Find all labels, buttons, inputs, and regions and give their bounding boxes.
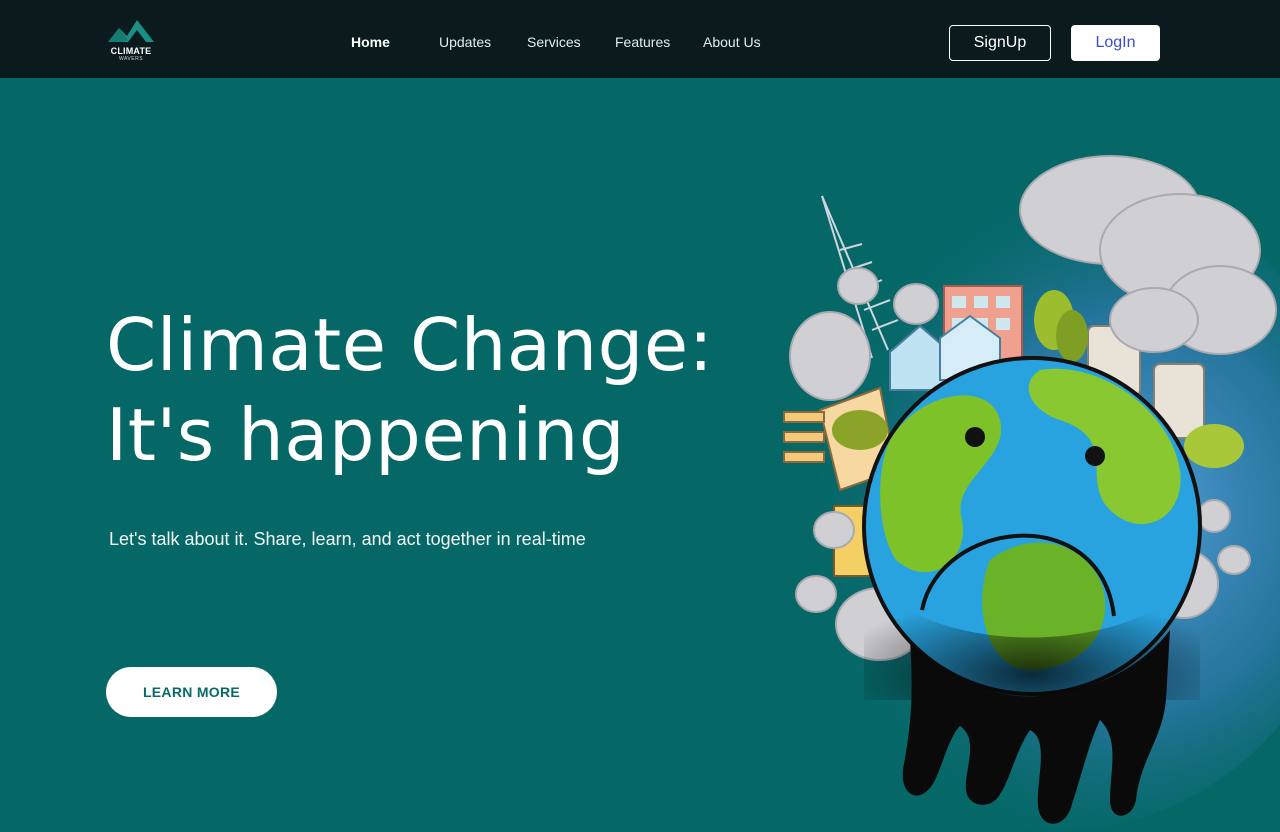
hero-title-line1: Climate Change: xyxy=(106,303,714,387)
brand-logo[interactable]: CLIMATE WAVERS xyxy=(106,18,158,64)
hero-title: Climate Change: It's happening xyxy=(106,300,713,480)
login-button[interactable]: LogIn xyxy=(1071,25,1160,61)
brand-tagline: WAVERS xyxy=(118,56,144,62)
hero-subtitle: Let's talk about it. Share, learn, and a… xyxy=(109,529,586,549)
melting-earth-icon xyxy=(760,155,1280,830)
top-navigation-bar: CLIMATE WAVERS Home Updates Services Fea… xyxy=(0,0,1280,78)
nav-item-home[interactable]: Home xyxy=(351,34,390,50)
nav-item-features[interactable]: Features xyxy=(615,34,670,50)
mountain-logo-icon xyxy=(108,20,154,42)
melting-earth-illustration xyxy=(700,140,1280,832)
nav-item-updates[interactable]: Updates xyxy=(439,34,491,50)
learn-more-button[interactable]: LEARN MORE xyxy=(106,667,277,717)
brand-name: CLIMATE xyxy=(110,46,152,56)
nav-item-services[interactable]: Services xyxy=(527,34,581,50)
signup-button[interactable]: SignUp xyxy=(949,25,1051,61)
nav-item-about-us[interactable]: About Us xyxy=(703,34,761,50)
hero-title-line2: It's happening xyxy=(106,393,626,477)
